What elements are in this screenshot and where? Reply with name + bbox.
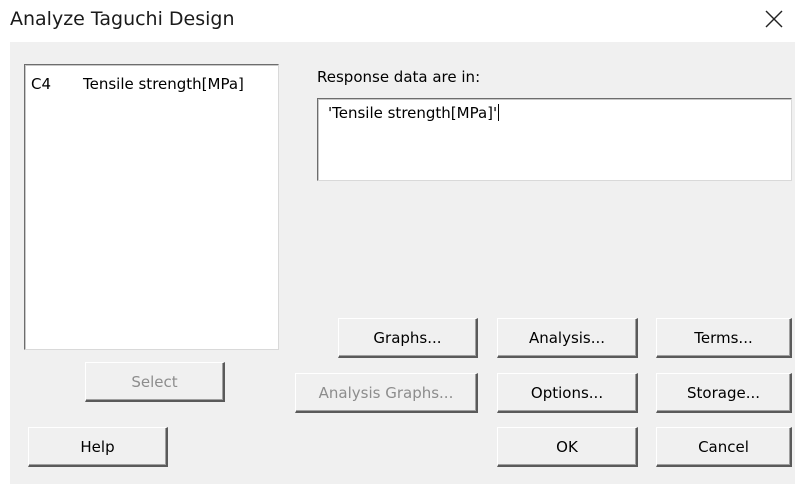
- dialog-title: Analyze Taguchi Design: [10, 8, 235, 30]
- variable-list-item[interactable]: C4 Tensile strength[MPa]: [31, 75, 244, 93]
- graphs-button[interactable]: Graphs...: [338, 318, 478, 358]
- ok-button[interactable]: OK: [497, 427, 638, 467]
- variable-name: Tensile strength[MPa]: [83, 75, 244, 93]
- options-button[interactable]: Options...: [497, 373, 638, 413]
- text-caret: [498, 104, 500, 121]
- response-label: Response data are in:: [317, 68, 481, 86]
- title-bar: Analyze Taguchi Design: [0, 0, 795, 42]
- help-button[interactable]: Help: [28, 427, 168, 467]
- close-icon[interactable]: [763, 8, 785, 30]
- variable-column: C4: [31, 75, 52, 93]
- response-input[interactable]: 'Tensile strength[MPa]': [317, 98, 792, 181]
- variable-list[interactable]: C4 Tensile strength[MPa]: [24, 64, 279, 350]
- response-value: 'Tensile strength[MPa]': [328, 104, 500, 122]
- analysis-graphs-button[interactable]: Analysis Graphs...: [295, 373, 478, 413]
- cancel-button[interactable]: Cancel: [656, 427, 792, 467]
- storage-button[interactable]: Storage...: [656, 373, 792, 413]
- select-button[interactable]: Select: [85, 362, 225, 402]
- analysis-button[interactable]: Analysis...: [497, 318, 638, 358]
- terms-button[interactable]: Terms...: [656, 318, 792, 358]
